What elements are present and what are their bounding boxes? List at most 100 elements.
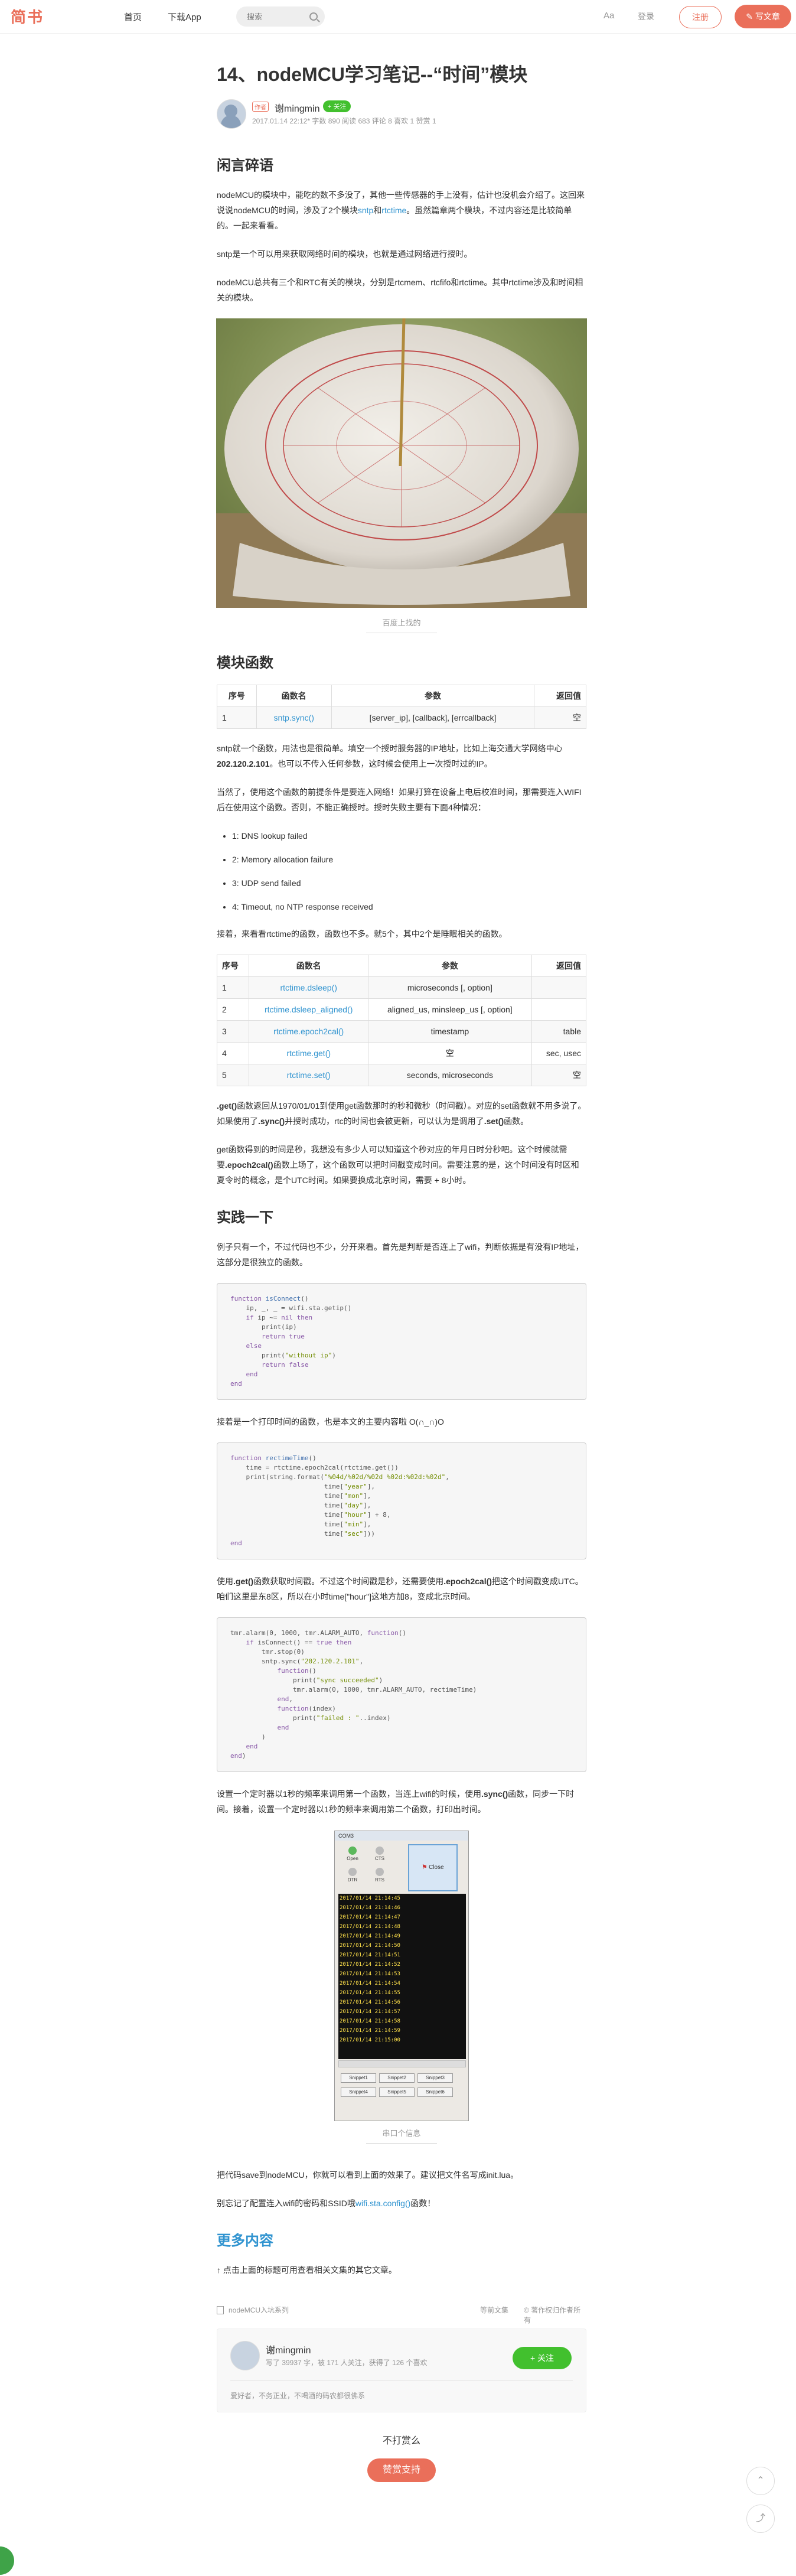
snippet-button[interactable]: Snippet1 xyxy=(341,2073,376,2083)
serial-line: 2017/01/14 21:14:59 xyxy=(340,2027,400,2034)
logo[interactable]: 简书 xyxy=(11,5,44,27)
search-icon[interactable] xyxy=(309,12,318,21)
collection-link[interactable]: nodeMCU入坑系列 xyxy=(229,2305,289,2315)
close-icon: ⚑ xyxy=(422,1864,428,1871)
scrollbar[interactable] xyxy=(338,2060,466,2067)
function-link[interactable]: rtctime.epoch2cal() xyxy=(273,1027,344,1036)
share-icon[interactable]: ⤴ xyxy=(746,2505,775,2533)
article-meta: 2017.01.14 22:12* 字数 890 阅读 683 评论 8 喜欢 … xyxy=(252,116,436,125)
code-block[interactable]: tmr.alarm(0, 1000, tmr.ALARM_AUTO, funct… xyxy=(217,1617,586,1772)
card-avatar[interactable] xyxy=(230,2340,260,2370)
code-block[interactable]: function rectimeTime() time = rtctime.ep… xyxy=(217,1442,586,1559)
table-header: 参数 xyxy=(367,954,532,977)
table-cell: 1 xyxy=(216,976,250,999)
rts-toggle[interactable]: RTS xyxy=(368,1867,392,1883)
paragraph: 当然了，使用这个函数的前提条件是要连入网络！如果打算在设备上电后校准时间，那需要… xyxy=(217,787,582,812)
article: 14、nodeMCU学习笔记--“时间”模块 作者 谢mingmin + 关注 … xyxy=(216,33,587,2482)
open-button[interactable]: Open xyxy=(341,1846,364,1861)
function-link[interactable]: sntp.sync() xyxy=(273,713,314,722)
snippet-button[interactable]: Snippet6 xyxy=(417,2087,453,2097)
code-block[interactable]: function isConnect() ip, _, _ = wifi.sta… xyxy=(217,1282,586,1400)
sntp-function-table: 序号 函数名 参数 返回值 1 sntp.sync() [server_ip],… xyxy=(217,684,586,729)
card-follow-button[interactable]: + 关注 xyxy=(513,2346,572,2369)
follow-button[interactable]: + 关注 xyxy=(323,100,351,112)
more-content-heading[interactable]: 更多内容 xyxy=(217,2229,586,2249)
section-heading: 闲言碎语 xyxy=(217,157,273,174)
card-author-stats: 写了 39937 字，被 171 人关注，获得了 126 个喜欢 xyxy=(266,2358,428,2367)
paragraph: 把代码save到nodeMCU，你就可以看到上面的效果了。建议把文件名写成ini… xyxy=(217,2170,519,2180)
serial-line: 2017/01/14 21:14:47 xyxy=(340,1914,400,1920)
serial-line: 2017/01/14 21:14:53 xyxy=(340,1971,400,1977)
search-input[interactable] xyxy=(246,12,307,22)
paragraph: nodeMCU总共有三个和RTC有关的模块，分别是rtcmem、rtcfifo和… xyxy=(217,277,583,302)
card-author-name[interactable]: 谢mingmin xyxy=(266,2342,311,2356)
paragraph: .get()函数返回从1970/01/01到使用get函数那时的秒和微秒（时间戳… xyxy=(217,1100,586,1126)
image-caption: 串口个信息 xyxy=(366,2127,437,2144)
support-prompt: 不打赏么 xyxy=(382,2435,420,2446)
feedback-icon[interactable] xyxy=(0,2546,14,2575)
rtctime-link[interactable]: rtctime xyxy=(381,206,406,215)
signup-button[interactable]: 注册 xyxy=(679,6,722,28)
back-to-top-icon[interactable]: ⌃ xyxy=(746,2467,775,2495)
list-item: 3: UDP send failed xyxy=(232,875,586,891)
table-cell: 空 xyxy=(531,1063,587,1086)
top-nav: 简书 首页 下载App Aa 登录 注册 ✎ 写文章 xyxy=(0,0,796,34)
article-footer: nodeMCU入坑系列 等前文集 © 著作权归作者所有 xyxy=(217,2305,586,2329)
serial-line: 2017/01/14 21:14:49 xyxy=(340,1933,400,1939)
section-heading: 模块函数 xyxy=(217,654,273,671)
author-avatar[interactable] xyxy=(217,99,246,129)
function-link[interactable]: rtctime.get() xyxy=(286,1048,331,1058)
report-link[interactable]: 等前文集 xyxy=(480,2305,508,2315)
serial-line: 2017/01/14 21:14:56 xyxy=(340,1999,400,2005)
sundial-image[interactable] xyxy=(216,318,587,608)
table-cell: seconds, microseconds xyxy=(367,1063,532,1086)
table-cell xyxy=(531,998,587,1021)
cts-indicator: CTS xyxy=(368,1846,392,1861)
function-link[interactable]: rtctime.dsleep() xyxy=(280,983,337,992)
copyright-note: © 著作权归作者所有 xyxy=(524,2305,581,2324)
snippet-button[interactable]: Snippet5 xyxy=(379,2087,415,2097)
write-article-button[interactable]: ✎ 写文章 xyxy=(735,5,791,28)
author-name[interactable]: 谢mingmin xyxy=(275,100,319,115)
table-cell: microseconds [, option] xyxy=(367,976,532,999)
card-author-bio: 爱好者，不务正业，不喝酒的码农都很佛系 xyxy=(230,2391,366,2400)
serial-line: 2017/01/14 21:15:00 xyxy=(340,2037,400,2043)
image-caption: 百度上找的 xyxy=(366,617,437,633)
snippet-button[interactable]: Snippet4 xyxy=(341,2087,376,2097)
table-cell: sec, usec xyxy=(531,1041,587,1064)
font-size-icon[interactable]: Aa xyxy=(603,11,614,21)
sundial-figure: 百度上找的 xyxy=(216,318,587,633)
section-heading: 实践一下 xyxy=(217,1209,273,1226)
nav-download-link[interactable]: 下载App xyxy=(168,11,201,23)
rtctime-function-table: 序号 函数名 参数 返回值 1 rtctime.dsleep() microseco… xyxy=(216,954,587,1086)
support-button[interactable]: 赞赏支持 xyxy=(367,2458,436,2482)
function-link[interactable]: rtctime.dsleep_aligned() xyxy=(265,1005,353,1014)
snippet-button[interactable]: Snippet2 xyxy=(379,2073,415,2083)
table-cell: aligned_us, minsleep_us [, option] xyxy=(367,998,532,1021)
nav-home-link[interactable]: 首页 xyxy=(124,11,142,23)
paragraph: 使用.get()函数获取时间戳。不过这个时间戳是秒，还需要使用.epoch2ca… xyxy=(217,1576,583,1601)
function-link[interactable]: rtctime.set() xyxy=(287,1070,331,1080)
serial-window[interactable]: COM3 Open CTS DTR RTS ⚑ Close 2017/01/14… xyxy=(334,1830,469,2121)
close-button[interactable]: ⚑ Close xyxy=(408,1844,458,1891)
wifi-config-link[interactable]: wifi.sta.config() xyxy=(355,2199,410,2208)
paragraph: nodeMCU的模块中，能吃的数不多没了，其他一些传感器的手上没有，估计也没机会… xyxy=(217,190,585,230)
serial-line: 2017/01/14 21:14:57 xyxy=(340,2008,400,2015)
serial-line: 2017/01/14 21:14:48 xyxy=(340,1923,400,1930)
author-card: 谢mingmin 写了 39937 字，被 171 人关注，获得了 126 个喜… xyxy=(217,2328,586,2412)
login-link[interactable]: 登录 xyxy=(638,11,654,22)
sntp-link[interactable]: sntp xyxy=(358,206,373,215)
table-row: 2 rtctime.dsleep_aligned() aligned_us, min… xyxy=(216,998,587,1021)
paragraph: 接着是一个打印时间的函数，也是本文的主要内容啦 O(∩_∩)O xyxy=(217,1416,444,1427)
paragraph: 别忘记了配置连入wifi的密码和SSID哦wifi.sta.config()函数… xyxy=(217,2198,436,2208)
serial-line: 2017/01/14 21:14:51 xyxy=(340,1952,400,1958)
table-header: 返回值 xyxy=(534,684,586,707)
paragraph: 接着，来看看rtctime的函数，函数也不多。就5个，其中2个是睡眠相关的函数。 xyxy=(217,929,507,939)
serial-line: 2017/01/14 21:14:54 xyxy=(340,1980,400,1986)
table-cell xyxy=(531,976,587,999)
dtr-toggle[interactable]: DTR xyxy=(341,1867,364,1883)
list-item: 4: Timeout, no NTP response received xyxy=(232,899,586,914)
snippet-button[interactable]: Snippet3 xyxy=(417,2073,453,2083)
serial-output-figure: COM3 Open CTS DTR RTS ⚑ Close 2017/01/14… xyxy=(216,1830,587,2144)
paragraph: ↑ 点击上面的标题可用查看相关文集的其它文章。 xyxy=(217,2265,397,2275)
